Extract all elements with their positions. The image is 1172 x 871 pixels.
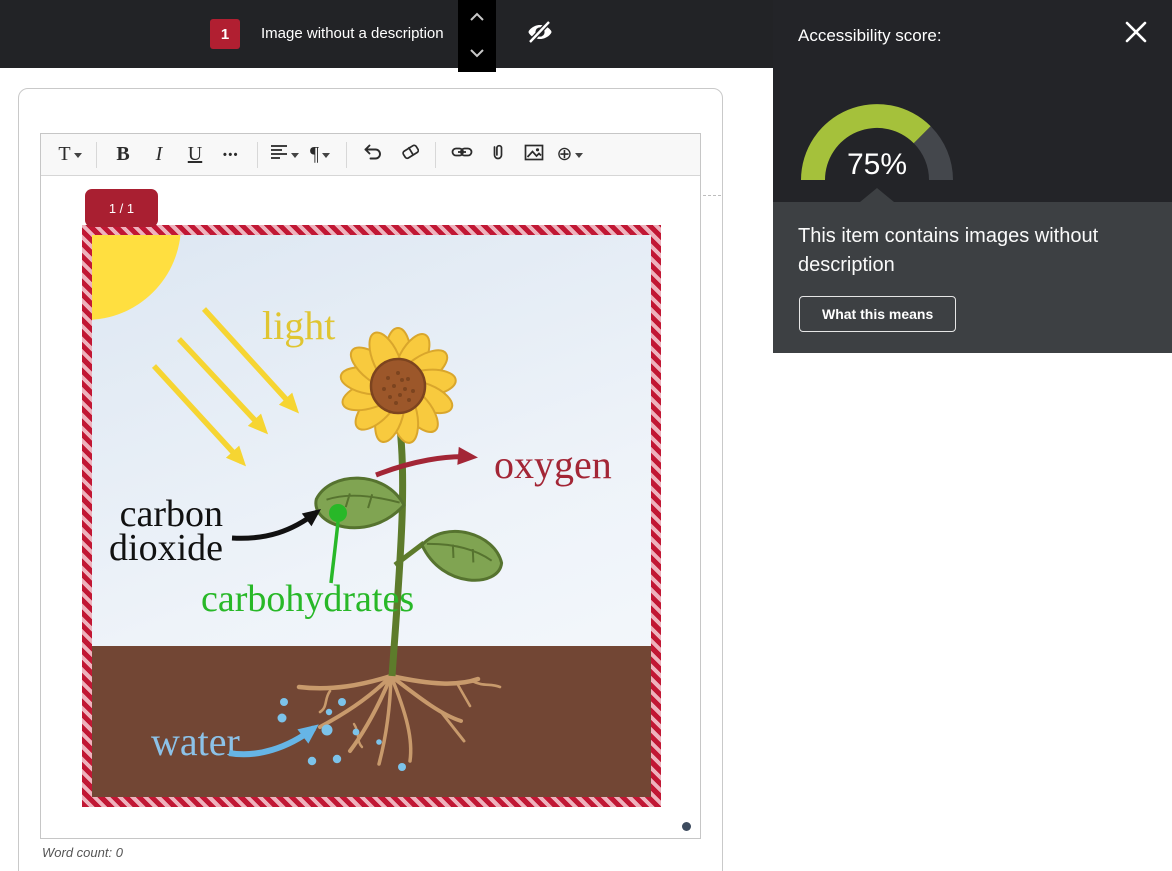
previous-issue-button[interactable] [458, 0, 496, 36]
paperclip-icon [490, 142, 506, 167]
carbohydrates-line [331, 522, 338, 583]
toolbar-divider [435, 142, 436, 168]
paragraph-icon: ¶ [310, 143, 319, 166]
issue-count-badge: 1 [210, 19, 240, 49]
carbon-dioxide-arrow [232, 512, 317, 538]
left-leaf [313, 471, 406, 533]
chevron-down-icon [322, 153, 330, 158]
diagram-canvas: light [92, 235, 651, 797]
light-label: light [262, 303, 335, 348]
ellipsis-icon: ••• [223, 149, 239, 161]
text-style-icon: T [58, 143, 70, 166]
align-left-icon [270, 144, 288, 165]
more-formatting-button[interactable]: ••• [214, 138, 248, 172]
underline-icon: U [188, 143, 202, 166]
hide-issues-button[interactable] [522, 17, 558, 51]
image-icon [524, 144, 544, 166]
issue-message: This item contains images without descri… [798, 222, 1138, 280]
close-icon [1123, 19, 1149, 50]
paragraph-button[interactable]: ¶ [303, 138, 337, 172]
italic-button[interactable]: I [142, 138, 176, 172]
link-icon [451, 144, 473, 165]
issue-title: Image without a description [261, 25, 444, 42]
chevron-down-icon [74, 153, 82, 158]
insert-image-button[interactable] [517, 138, 551, 172]
toolbar-divider [346, 142, 347, 168]
flagged-image[interactable]: light [82, 225, 661, 807]
italic-icon: I [156, 143, 163, 166]
attach-file-button[interactable] [481, 138, 515, 172]
plus-circle-icon: ⊕ [557, 143, 573, 166]
oxygen-arrow [376, 457, 472, 475]
message-notch [860, 188, 894, 202]
carbohydrates-dot [329, 504, 347, 522]
carbohydrates-label: carbohydrates [201, 578, 414, 620]
chevron-up-icon [469, 9, 485, 27]
accessibility-panel: Accessibility score: 75% This item conta… [773, 0, 1172, 871]
bold-icon: B [116, 143, 129, 166]
message-section: This item contains images without descri… [773, 202, 1172, 353]
chevron-down-icon [291, 153, 299, 158]
align-button[interactable] [267, 138, 301, 172]
eraser-icon [399, 143, 419, 166]
clear-formatting-button[interactable] [392, 138, 426, 172]
sun [92, 235, 181, 320]
close-button[interactable] [1118, 16, 1154, 52]
chevron-down-icon [575, 153, 583, 158]
water-label: water [151, 719, 240, 764]
issue-position-badge: 1 / 1 [85, 189, 158, 227]
editor-toolbar: T B I U ••• ¶ [41, 134, 700, 176]
right-leaf [416, 517, 509, 592]
what-this-means-button[interactable]: What this means [799, 296, 956, 332]
bold-button[interactable]: B [106, 138, 140, 172]
score-section: Accessibility score: 75% [773, 0, 1172, 202]
underline-button[interactable]: U [178, 138, 212, 172]
insert-more-button[interactable]: ⊕ [553, 138, 587, 172]
undo-icon [363, 143, 383, 166]
insert-link-button[interactable] [445, 138, 479, 172]
sunflower [339, 328, 457, 446]
eye-slash-icon [525, 19, 555, 50]
oxygen-label: oxygen [494, 442, 612, 487]
text-style-button[interactable]: T [53, 138, 87, 172]
toolbar-divider [257, 142, 258, 168]
issue-nav [458, 0, 496, 72]
photosynthesis-diagram: light [92, 235, 651, 797]
carbon-dioxide-label-2: dioxide [109, 527, 223, 569]
next-issue-button[interactable] [458, 36, 496, 72]
panel-title: Accessibility score: [798, 26, 942, 46]
chevron-down-icon [469, 45, 485, 63]
word-count: Word count: 0 [42, 845, 123, 860]
stem [392, 413, 403, 676]
editor-resize-handle[interactable] [682, 822, 691, 831]
rich-text-editor[interactable]: T B I U ••• ¶ [40, 133, 701, 839]
score-value: 75% [801, 148, 953, 182]
toolbar-divider [96, 142, 97, 168]
undo-button[interactable] [356, 138, 390, 172]
